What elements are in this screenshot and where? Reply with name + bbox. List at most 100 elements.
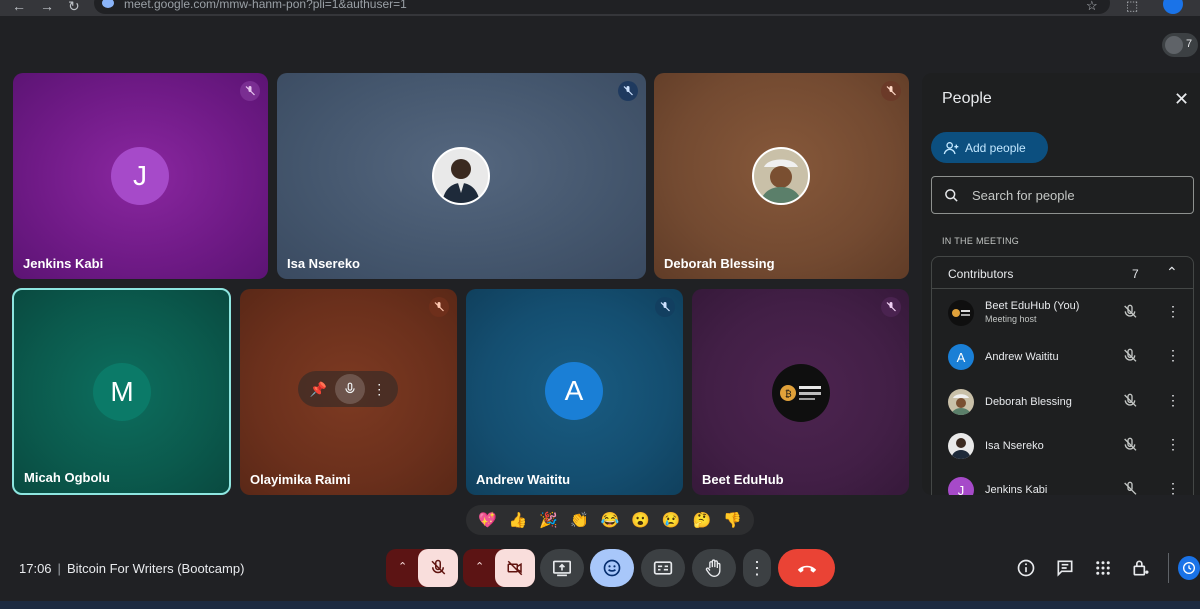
profile-avatar[interactable] <box>1163 0 1183 14</box>
mic-off-icon[interactable] <box>1122 437 1138 458</box>
panel-title: People <box>942 90 992 107</box>
video-tile-active-speaker[interactable]: M Micah Ogbolu <box>12 288 231 495</box>
more-options-icon[interactable]: ⋮ <box>1166 480 1180 495</box>
mic-control-group: ⌃ <box>386 549 458 587</box>
extensions-icon[interactable]: ⬚ <box>1126 0 1138 14</box>
avatar: A <box>948 344 974 370</box>
participants-chip[interactable]: 7 <box>1162 33 1198 57</box>
browser-toolbar: ← → ↻ meet.google.com/mmw-hanm-pon?pli=1… <box>0 0 1200 16</box>
reaction-clap[interactable]: 👏 <box>570 513 589 528</box>
smiley-icon <box>603 559 621 577</box>
chevron-up-icon[interactable]: ⌃ <box>398 560 407 573</box>
reaction-laugh[interactable]: 😂 <box>601 513 620 528</box>
camera-toggle-button[interactable] <box>495 549 535 587</box>
video-tile[interactable]: J Jenkins Kabi <box>13 73 268 279</box>
captions-button[interactable] <box>641 549 685 587</box>
forward-icon[interactable]: → <box>40 0 54 14</box>
avatar: J <box>948 477 974 495</box>
avatar: M <box>93 363 151 421</box>
reaction-thumbs-up[interactable]: 👍 <box>509 513 528 528</box>
list-item[interactable]: Isa Nsereko ⋮ <box>932 424 1193 468</box>
chevron-up-icon[interactable]: ⌃ <box>1166 264 1178 281</box>
person-name: Isa Nsereko <box>985 440 1044 452</box>
reload-icon[interactable]: ↻ <box>68 0 80 15</box>
lock-person-icon <box>1133 560 1149 576</box>
people-panel: People ✕ Add people Search for people IN… <box>922 73 1200 495</box>
list-item[interactable]: Beet EduHub (You) Meeting host ⋮ <box>932 291 1193 335</box>
meeting-details-button[interactable] <box>1014 556 1038 580</box>
meeting-title: Bitcoin For Writers (Bootcamp) <box>66 561 245 576</box>
add-people-button[interactable]: Add people <box>931 132 1048 163</box>
video-tile[interactable]: Isa Nsereko <box>277 73 646 279</box>
bookmark-star-icon[interactable]: ☆ <box>1086 0 1098 14</box>
meeting-details: 17:06 | Bitcoin For Writers (Bootcamp) <box>19 561 244 576</box>
mic-off-icon[interactable] <box>1122 393 1138 414</box>
reaction-heart[interactable]: 💖 <box>478 513 497 528</box>
search-icon <box>945 189 958 202</box>
reaction-sad[interactable]: 😢 <box>662 513 681 528</box>
back-icon[interactable]: ← <box>12 0 26 14</box>
avatar <box>948 389 974 415</box>
search-placeholder: Search for people <box>972 188 1075 203</box>
contributors-header[interactable]: Contributors 7 ⌃ <box>932 257 1193 289</box>
participant-name: Andrew Waititu <box>476 472 571 487</box>
mic-off-icon <box>431 559 446 575</box>
meeting-time: 17:06 <box>19 561 52 576</box>
reaction-thumbs-down[interactable]: 👎 <box>723 513 742 528</box>
more-options-icon[interactable]: ⋮ <box>1166 347 1180 364</box>
raise-hand-button[interactable] <box>692 549 736 587</box>
list-item[interactable]: Deborah Blessing ⋮ <box>932 380 1193 424</box>
more-options-icon[interactable]: ⋮ <box>1166 392 1180 409</box>
avatar <box>948 433 974 459</box>
present-screen-button[interactable] <box>540 549 584 587</box>
person-role: Meeting host <box>985 314 1037 324</box>
video-tile[interactable]: Deborah Blessing <box>654 73 909 279</box>
participant-count: 7 <box>1186 38 1193 50</box>
contributors-group: Contributors 7 ⌃ Beet EduHub (You) Meeti… <box>931 256 1194 495</box>
timer-button[interactable] <box>1178 556 1200 580</box>
mute-participant-button[interactable] <box>334 374 365 404</box>
participant-name: Micah Ogbolu <box>24 470 110 485</box>
search-input[interactable]: Search for people <box>931 176 1194 214</box>
chat-button[interactable] <box>1053 556 1077 580</box>
camera-control-group: ⌃ <box>463 549 535 587</box>
reaction-thinking[interactable]: 🤔 <box>693 513 712 528</box>
present-icon <box>553 560 571 577</box>
chat-icon <box>1057 560 1073 577</box>
mic-off-icon[interactable] <box>1122 304 1138 325</box>
avatar: A <box>545 362 603 420</box>
site-info-icon[interactable] <box>102 0 114 8</box>
svg-text:₿: ₿ <box>785 389 792 400</box>
more-options-icon[interactable]: ⋮ <box>1166 436 1180 453</box>
participant-name: Isa Nsereko <box>287 256 360 271</box>
list-item[interactable]: A Andrew Waititu ⋮ <box>932 335 1193 379</box>
activities-button[interactable] <box>1091 556 1115 580</box>
more-options-icon[interactable]: ⋮ <box>372 381 386 398</box>
reactions-button[interactable] <box>590 549 634 587</box>
avatar <box>948 300 974 326</box>
mic-off-icon <box>240 81 260 101</box>
avatar <box>432 147 490 205</box>
more-options-icon[interactable]: ⋮ <box>1166 303 1180 320</box>
mic-off-icon[interactable] <box>1122 481 1138 495</box>
divider <box>1168 553 1169 583</box>
mic-off-icon <box>655 297 675 317</box>
pin-icon[interactable]: 📌 <box>310 381 327 398</box>
chevron-up-icon[interactable]: ⌃ <box>475 560 484 573</box>
mic-toggle-button[interactable] <box>418 549 458 587</box>
more-options-button[interactable]: ⋮ <box>743 549 771 587</box>
video-tile[interactable]: 📌 ⋮ Olayimika Raimi <box>240 289 457 495</box>
close-icon[interactable]: ✕ <box>1174 89 1189 110</box>
more-vert-icon: ⋮ <box>748 557 766 578</box>
video-tile[interactable]: A Andrew Waititu <box>466 289 683 495</box>
list-item[interactable]: J Jenkins Kabi ⋮ <box>932 468 1193 495</box>
mic-off-icon[interactable] <box>1122 348 1138 369</box>
group-title: Contributors <box>948 267 1014 281</box>
host-controls-button[interactable] <box>1129 556 1153 580</box>
address-bar[interactable]: meet.google.com/mmw-hanm-pon?pli=1&authu… <box>94 0 1110 14</box>
leave-call-button[interactable] <box>778 549 835 587</box>
reaction-party[interactable]: 🎉 <box>539 513 558 528</box>
video-tile[interactable]: ₿ Beet EduHub <box>692 289 909 495</box>
reaction-surprised[interactable]: 😮 <box>631 513 650 528</box>
mic-off-icon <box>881 81 901 101</box>
